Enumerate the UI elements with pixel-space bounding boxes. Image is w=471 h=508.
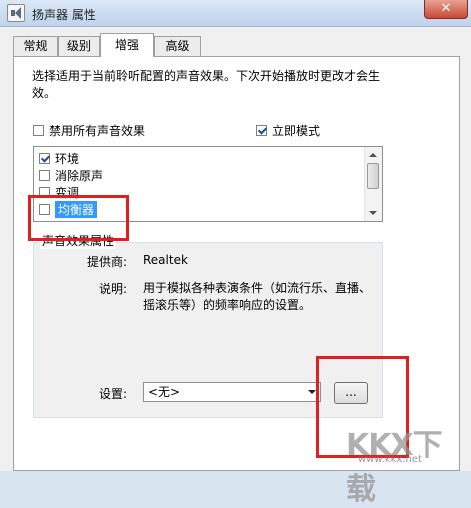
disable-all-effects-checkbox[interactable]: 禁用所有声音效果 bbox=[33, 122, 145, 138]
close-button[interactable]: ✕ bbox=[424, 0, 468, 19]
watermark-url: www.kkx.net bbox=[358, 454, 422, 465]
effect-item-environment[interactable]: 环境 bbox=[39, 150, 79, 167]
list-scrollbar[interactable] bbox=[364, 147, 382, 221]
scroll-down-icon[interactable] bbox=[369, 211, 377, 215]
scroll-thumb[interactable] bbox=[367, 163, 379, 189]
watermark: KKX下载 www.kkx.net bbox=[346, 420, 468, 507]
checkbox-box bbox=[256, 124, 267, 136]
provider-label: 提供商: bbox=[86, 255, 127, 269]
settings-label: 设置: bbox=[98, 387, 127, 401]
immediate-mode-checkbox[interactable]: 立即模式 bbox=[256, 122, 320, 138]
tab-levels[interactable]: 级别 bbox=[58, 36, 100, 56]
tab-enhancements[interactable]: 增强 bbox=[100, 33, 154, 57]
effect-label: 消除原声 bbox=[55, 169, 104, 183]
red-highlight-box bbox=[28, 195, 129, 241]
scroll-up-icon[interactable] bbox=[369, 153, 377, 157]
settings-dropdown[interactable]: <无> bbox=[143, 382, 321, 402]
provider-value: Realtek bbox=[143, 253, 188, 267]
settings-selected-value: <无> bbox=[148, 385, 181, 399]
tab-advanced[interactable]: 高级 bbox=[154, 36, 201, 56]
effect-label: 环境 bbox=[55, 152, 80, 166]
properties-window: 扬声器 属性 ✕ 常规 级别 增强 高级 选择适用于当前聆听配置的声音效果。下次… bbox=[0, 0, 471, 507]
disable-all-label: 禁用所有声音效果 bbox=[49, 123, 146, 138]
description-value: 用于模拟各种表演条件（如流行乐、直播、摇滚乐等）的频率响应的设置。 bbox=[143, 281, 372, 312]
chevron-down-icon bbox=[308, 390, 316, 394]
tab-general[interactable]: 常规 bbox=[13, 36, 58, 56]
title-bar[interactable]: 扬声器 属性 ✕ bbox=[0, 0, 471, 27]
checkbox-box bbox=[39, 170, 50, 181]
immediate-mode-label: 立即模式 bbox=[272, 123, 321, 138]
speaker-icon bbox=[7, 4, 25, 22]
description-label: 说明: bbox=[98, 282, 127, 296]
checkbox-box bbox=[33, 124, 44, 136]
window-title: 扬声器 属性 bbox=[32, 8, 96, 22]
description-text: 选择适用于当前聆听配置的声音效果。下次开始播放时更改才会生效。 bbox=[32, 69, 381, 100]
checkbox-box bbox=[39, 153, 50, 164]
effect-item-voice-cancel[interactable]: 消除原声 bbox=[39, 167, 103, 184]
